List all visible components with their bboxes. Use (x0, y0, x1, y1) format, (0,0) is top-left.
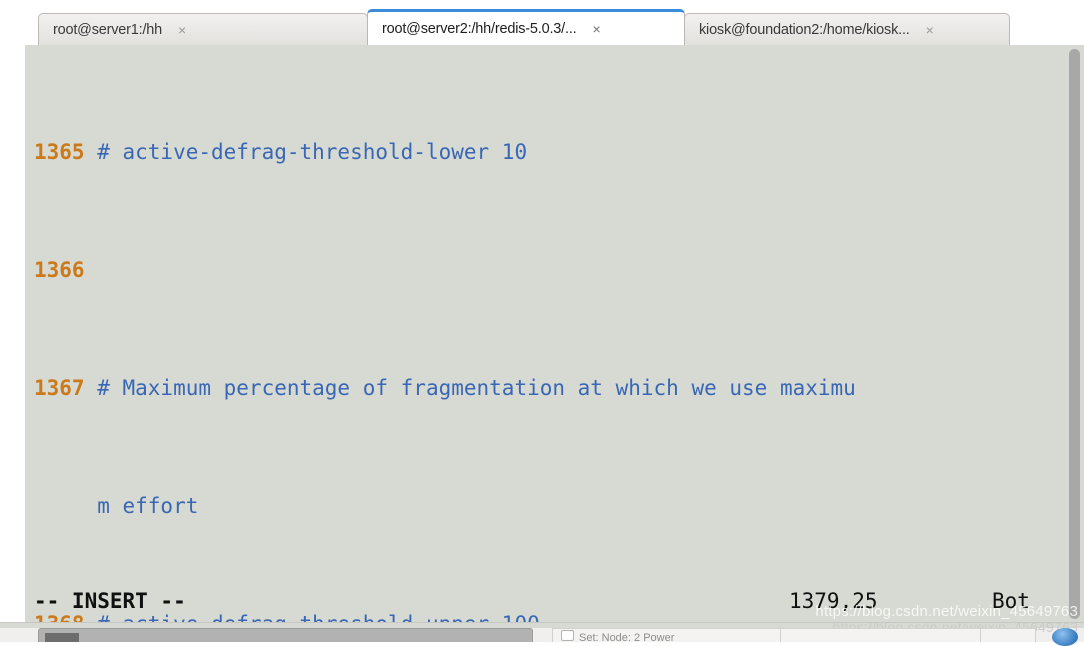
checkbox-icon[interactable] (561, 630, 574, 641)
scroll-location: Bot (992, 589, 1030, 613)
tab-kiosk-foundation2[interactable]: kiosk@foundation2:/home/kiosk... × (684, 13, 1010, 45)
tab-label: root@server1:/hh (53, 21, 163, 38)
taskbar-status-orb-icon[interactable] (1052, 628, 1078, 646)
taskbar-window-thumbnail (45, 633, 79, 642)
taskbar-secondary-label: Set: Node: 2 Power (579, 632, 675, 644)
close-icon[interactable]: × (174, 22, 190, 38)
desktop-taskbar[interactable]: https://blog.csdn.net/weixin_45649763 Se… (0, 619, 1084, 646)
tab-label: root@server2:/hh/redis-5.0.3/... (382, 20, 577, 37)
editor-text-area[interactable]: 1365 # active-defrag-threshold-lower 10 … (34, 49, 1054, 624)
close-icon[interactable]: × (589, 21, 605, 37)
line-content: m effort (97, 493, 199, 518)
editor-line: 1367 # Maximum percentage of fragmentati… (34, 374, 1054, 404)
line-content: # active-defrag-threshold-lower 10 (97, 139, 528, 164)
line-number: 1366 (34, 257, 98, 282)
terminal-body[interactable]: 1365 # active-defrag-threshold-lower 10 … (25, 45, 1084, 623)
line-number: 1367 (34, 375, 98, 400)
cursor-position: 1379,25 (789, 589, 878, 613)
vim-mode-indicator: -- INSERT -- (34, 589, 186, 613)
taskbar-separator (780, 628, 781, 642)
line-content: # Maximum percentage of fragmentation at… (97, 375, 856, 400)
scrollbar-thumb[interactable] (1069, 49, 1080, 619)
vertical-scrollbar[interactable] (1065, 45, 1084, 623)
tab-label: kiosk@foundation2:/home/kiosk... (699, 21, 910, 38)
close-icon[interactable]: × (922, 22, 938, 38)
vim-status-line: -- INSERT -- 1379,25 Bot (34, 589, 1054, 617)
taskbar-secondary-panel[interactable]: Set: Node: 2 Power (552, 628, 1036, 644)
tab-root-server2[interactable]: root@server2:/hh/redis-5.0.3/... × (367, 9, 685, 45)
line-number (34, 494, 97, 518)
taskbar-separator (980, 628, 981, 642)
editor-line: 1366 (34, 256, 1054, 286)
taskbar-window-button[interactable] (38, 628, 533, 642)
window-left-margin (0, 45, 25, 623)
line-number: 1365 (34, 139, 98, 164)
editor-line-wrapped: m effort (34, 492, 1054, 522)
tab-strip: root@server1:/hh × root@server2:/hh/redi… (38, 9, 1010, 45)
editor-line: 1365 # active-defrag-threshold-lower 10 (34, 138, 1054, 168)
tab-root-server1[interactable]: root@server1:/hh × (38, 13, 368, 45)
terminal-window: root@server1:/hh × root@server2:/hh/redi… (0, 0, 1084, 646)
tab-bar: root@server1:/hh × root@server2:/hh/redi… (0, 0, 1084, 45)
